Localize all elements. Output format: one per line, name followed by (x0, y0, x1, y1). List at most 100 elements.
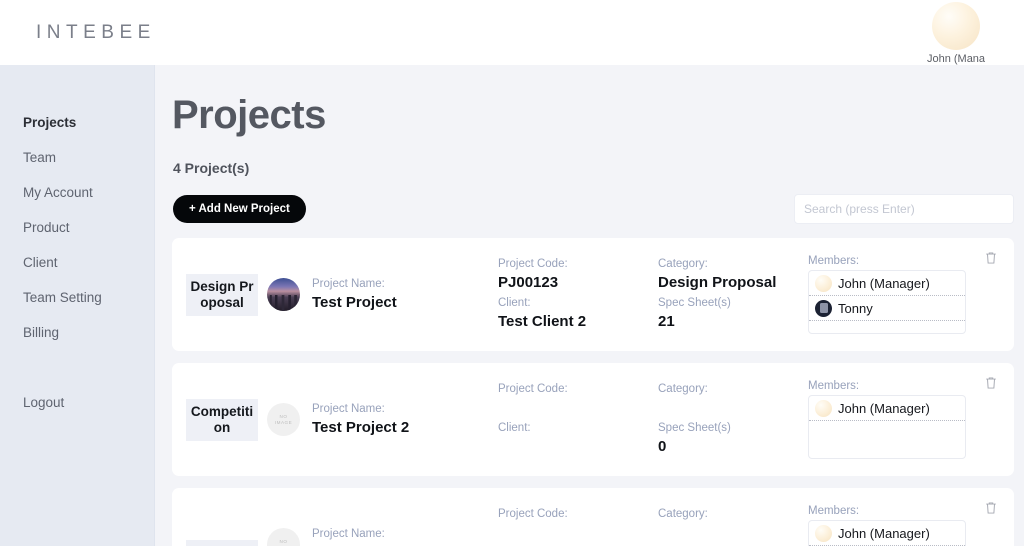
project-card[interactable]: Competition NO IMAGE Project Name: Test … (172, 363, 1014, 476)
project-code-column: Project Code: Client: (498, 381, 658, 459)
members-column: Members: John (Manager) (808, 380, 973, 459)
category-value (658, 397, 808, 418)
client-label: Client: (498, 296, 531, 309)
members-label: Members: (808, 255, 860, 267)
sidebar-item-client[interactable]: Client (0, 245, 154, 280)
member-item[interactable]: John (Manager) (809, 521, 965, 546)
project-name-value (312, 542, 492, 546)
project-name-column: Project Name: Test Project (312, 276, 492, 313)
project-list: Design Proposal Project Name: Test Proje… (172, 238, 1014, 546)
member-name: John (Manager) (838, 525, 930, 541)
sidebar: Projects Team My Account Product Client … (0, 65, 155, 546)
sidebar-item-logout[interactable]: Logout (0, 385, 154, 420)
category-column: Category: Spec Sheet(s) 0 (658, 381, 808, 459)
members-column: Members: John (Manager) (808, 505, 973, 546)
member-avatar-icon (815, 299, 832, 317)
project-name-value: Test Project 2 (312, 419, 410, 436)
app-logo[interactable]: INTEBEE (36, 22, 156, 44)
members-column: Members: John (Manager) Tonny (808, 255, 973, 334)
sidebar-item-billing[interactable]: Billing (0, 315, 154, 350)
project-name-label: Project Name: (312, 528, 385, 540)
page-title: Projects (172, 93, 326, 137)
add-new-project-button[interactable]: + Add New Project (173, 195, 306, 223)
search-input[interactable] (794, 194, 1014, 224)
sidebar-item-label: Team (23, 150, 57, 165)
category-label: Category: (658, 382, 708, 395)
member-item[interactable]: John (Manager) (809, 271, 965, 296)
category-column: Category: Design Proposal Spec Sheet(s) … (658, 256, 808, 334)
sidebar-item-my-account[interactable]: My Account (0, 175, 154, 210)
member-item-empty (809, 321, 965, 333)
avatar[interactable] (932, 2, 980, 50)
member-item-empty (809, 421, 965, 446)
main-content: Projects 4 Project(s) + Add New Project … (155, 65, 1024, 546)
project-thumbnail-placeholder: NO IMAGE (267, 403, 300, 436)
no-image-line-2: IMAGE (274, 419, 293, 425)
sidebar-item-projects[interactable]: Projects (0, 105, 154, 140)
sidebar-item-label: Billing (23, 325, 60, 340)
sidebar-item-label: Product (23, 220, 70, 235)
sidebar-item-product[interactable]: Product (0, 210, 154, 245)
client-value (498, 436, 658, 457)
project-name-column: Project Name: Test Project 2 (312, 401, 492, 438)
project-code-label: Project Code: (498, 507, 568, 520)
member-avatar-icon (815, 274, 832, 292)
project-thumbnail (267, 278, 300, 311)
project-card[interactable]: Design Proposal Project Name: Test Proje… (172, 238, 1014, 351)
members-label: Members: (808, 380, 860, 392)
sidebar-item-label: Logout (23, 395, 65, 410)
project-count: 4 Project(s) (173, 160, 250, 176)
project-code-column: Project Code: PJ00123 Client: Test Clien… (498, 256, 658, 334)
project-code-value (498, 522, 658, 543)
sidebar-item-label: Team Setting (23, 290, 102, 305)
members-list[interactable]: John (Manager) (808, 395, 966, 459)
members-list[interactable]: John (Manager) Tonny (808, 270, 966, 334)
category-value (658, 522, 808, 543)
project-code-value: PJ00123 (498, 273, 559, 291)
project-name-label: Project Name: (312, 403, 385, 415)
delete-icon[interactable] (984, 376, 998, 390)
project-category-badge: Competition (186, 398, 258, 441)
member-item[interactable]: John (Manager) (809, 396, 965, 421)
members-list[interactable]: John (Manager) (808, 520, 966, 546)
toolbar: + Add New Project (155, 194, 1024, 224)
member-item[interactable]: Tonny (809, 296, 965, 321)
user-name-label: John (Mana (926, 53, 986, 65)
spec-sheets-label: Spec Sheet(s) (658, 296, 731, 309)
sidebar-item-team-setting[interactable]: Team Setting (0, 280, 154, 315)
project-code-label: Project Code: (498, 257, 568, 270)
sidebar-item-label: My Account (23, 185, 93, 200)
client-value: Test Client 2 (498, 312, 587, 330)
member-name: John (Manager) (838, 400, 930, 416)
spec-sheets-value: 21 (658, 312, 675, 330)
project-name-value: Test Project (312, 294, 397, 311)
user-menu[interactable]: John (Mana (906, 0, 1006, 65)
top-bar: INTEBEE John (Mana (0, 0, 1024, 65)
spec-sheets-value: 0 (658, 437, 667, 455)
project-thumbnail-placeholder: NO IMAGE (267, 528, 300, 546)
delete-icon[interactable] (984, 251, 998, 265)
category-value: Design Proposal (658, 273, 777, 291)
member-name: John (Manager) (838, 275, 930, 291)
project-code-value (498, 397, 658, 418)
project-name-label: Project Name: (312, 278, 385, 290)
delete-icon[interactable] (984, 501, 998, 515)
project-name-column: Project Name: (312, 526, 492, 546)
category-column: Category: Spec Sheet(s) (658, 506, 808, 546)
member-avatar-icon (815, 399, 832, 417)
members-label: Members: (808, 505, 860, 517)
member-name: Tonny (838, 300, 873, 316)
project-code-label: Project Code: (498, 382, 568, 395)
category-label: Category: (658, 507, 708, 520)
spec-sheets-label: Spec Sheet(s) (658, 421, 731, 434)
project-category-badge (186, 539, 258, 546)
category-label: Category: (658, 257, 708, 270)
project-code-column: Project Code: Client: (498, 506, 658, 546)
member-avatar-icon (815, 524, 832, 542)
client-label: Client: (498, 421, 531, 434)
sidebar-item-team[interactable]: Team (0, 140, 154, 175)
project-category-badge: Design Proposal (186, 273, 258, 316)
project-card[interactable]: NO IMAGE Project Name: Project Code: Cli… (172, 488, 1014, 546)
sidebar-item-label: Client (23, 255, 58, 270)
